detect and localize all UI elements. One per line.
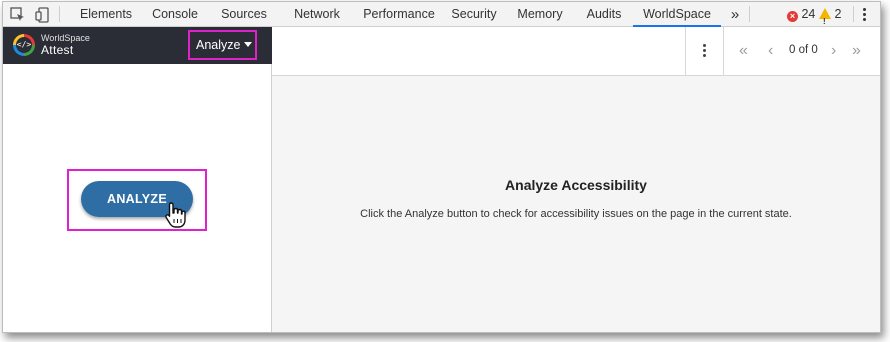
tab-memory[interactable]: Memory	[510, 2, 570, 27]
customize-menu-icon[interactable]	[863, 8, 867, 23]
more-options-icon[interactable]	[703, 44, 706, 59]
tab-performance[interactable]: Performance	[354, 2, 444, 27]
last-page-icon[interactable]: »	[852, 42, 861, 60]
hand-pointer-cursor-icon	[165, 202, 186, 228]
caret-down-icon	[244, 42, 253, 47]
results-toolbar: « ‹ 0 of 0 › »	[272, 27, 880, 76]
worldspace-logo-icon: </>	[13, 34, 35, 56]
first-page-icon[interactable]: «	[739, 42, 748, 60]
previous-page-icon[interactable]: ‹	[768, 42, 773, 60]
analyze-menu-highlight: Analyze	[188, 30, 257, 60]
toolbar-divider	[853, 6, 854, 22]
error-counter[interactable]: × 24	[787, 2, 815, 27]
warning-icon: !	[819, 8, 831, 26]
tab-console[interactable]: Console	[143, 2, 207, 27]
devtools-window: Elements Console Sources Network Perform…	[2, 1, 881, 333]
product-name: Attest	[41, 43, 74, 57]
analyze-button-highlight: ANALYZE	[67, 169, 207, 231]
toolbar-divider	[723, 27, 724, 76]
pager-status: 0 of 0	[789, 44, 818, 56]
toolbar-divider	[59, 6, 60, 22]
brand-name: WorldSpace	[41, 33, 90, 43]
error-count: 24	[801, 7, 816, 21]
device-toolbar-icon[interactable]	[34, 6, 52, 24]
toolbar-divider	[685, 27, 686, 76]
tab-audits[interactable]: Audits	[576, 2, 632, 27]
next-page-icon[interactable]: ›	[831, 42, 836, 60]
analyze-menu-dropdown[interactable]: Analyze	[196, 38, 253, 52]
error-icon: ×	[787, 11, 798, 22]
tab-security[interactable]: Security	[446, 2, 502, 27]
empty-state-title: Analyze Accessibility	[505, 177, 647, 193]
warning-count: 2	[834, 7, 842, 21]
warning-counter[interactable]: ! 2	[819, 2, 841, 27]
inspect-element-icon[interactable]	[9, 6, 27, 24]
toolbar-divider	[749, 6, 750, 22]
tab-network[interactable]: Network	[283, 2, 351, 27]
more-tabs-chevron-icon[interactable]: »	[725, 2, 745, 27]
analyze-menu-label: Analyze	[196, 38, 241, 52]
brand-bar: </> WorldSpace Attest Analyze	[3, 27, 272, 64]
tab-worldspace[interactable]: WorldSpace	[633, 2, 721, 27]
results-panel: « ‹ 0 of 0 › » Analyze Accessibility Cli…	[272, 27, 880, 332]
devtools-toolbar: Elements Console Sources Network Perform…	[3, 2, 880, 27]
worldspace-sidebar: </> WorldSpace Attest Analyze ANALYZE	[3, 27, 272, 332]
empty-state-description: Click the Analyze button to check for ac…	[360, 208, 792, 220]
tab-elements[interactable]: Elements	[73, 2, 139, 27]
tab-sources[interactable]: Sources	[210, 2, 278, 27]
